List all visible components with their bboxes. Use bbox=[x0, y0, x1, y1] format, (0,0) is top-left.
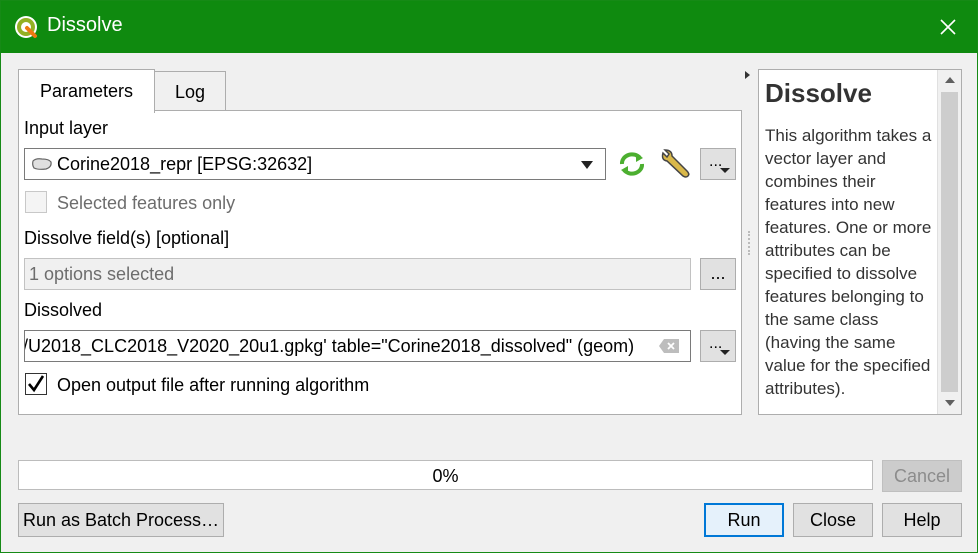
scroll-thumb[interactable] bbox=[941, 92, 958, 392]
iterate-button[interactable] bbox=[615, 148, 649, 180]
close-button-label: Close bbox=[809, 509, 857, 530]
help-panel: Dissolve This algorithm takes a vector l… bbox=[758, 69, 962, 415]
advanced-options-button[interactable] bbox=[657, 147, 693, 181]
help-body: This algorithm takes a vector layer and … bbox=[765, 126, 932, 398]
help-title: Dissolve bbox=[765, 78, 872, 108]
input-layer-combo[interactable]: Corine2018_repr [EPSG:32632] bbox=[24, 148, 606, 180]
title-bar: Dissolve bbox=[1, 1, 977, 53]
caret-down-icon bbox=[720, 168, 730, 173]
close-button[interactable]: Close bbox=[793, 503, 873, 537]
clear-input-icon[interactable] bbox=[658, 338, 680, 354]
window-title: Dissolve bbox=[47, 14, 123, 36]
dissolve-fields-label: Dissolve field(s) [optional] bbox=[24, 228, 230, 248]
caret-down-icon bbox=[720, 350, 730, 355]
run-batch-button[interactable]: Run as Batch Process… bbox=[18, 503, 224, 537]
wrench-icon bbox=[661, 149, 690, 178]
tab-parameters-label: Parameters bbox=[39, 81, 134, 101]
input-layer-label: Input layer bbox=[24, 118, 109, 138]
chevron-down-icon bbox=[581, 161, 593, 169]
run-batch-button-label: Run as Batch Process… bbox=[22, 509, 220, 530]
open-output-label: Open output file after running algorithm bbox=[57, 375, 370, 395]
iterate-icon bbox=[620, 152, 644, 176]
dissolved-output-browse-button[interactable]: ... bbox=[700, 330, 736, 362]
scroll-up-icon[interactable] bbox=[944, 76, 956, 84]
progress-bar: 0% bbox=[18, 460, 873, 490]
tab-log-label: Log bbox=[174, 82, 206, 102]
collapse-arrow-icon[interactable] bbox=[744, 70, 752, 80]
run-button[interactable]: Run bbox=[704, 503, 784, 537]
dissolve-fields-value: 1 options selected bbox=[29, 264, 175, 284]
checkmark-icon bbox=[28, 375, 45, 393]
polygon-layer-icon bbox=[32, 158, 52, 170]
scroll-down-icon[interactable] bbox=[944, 399, 956, 407]
tab-log[interactable]: Log bbox=[154, 71, 226, 113]
ellipsis-label: ... bbox=[710, 263, 726, 283]
help-scrollbar[interactable] bbox=[937, 70, 961, 414]
dissolved-output-input[interactable]: /U2018_CLC2018_V2020_20u1.gpkg' table="C… bbox=[24, 330, 691, 362]
splitter-handle[interactable] bbox=[748, 231, 752, 255]
qgis-logo-icon bbox=[15, 16, 37, 38]
selected-features-label: Selected features only bbox=[57, 193, 236, 213]
run-button-label: Run bbox=[727, 509, 761, 530]
cancel-button[interactable]: Cancel bbox=[882, 460, 962, 492]
dissolve-fields-browse-button[interactable]: ... bbox=[700, 258, 736, 290]
cancel-button-label: Cancel bbox=[893, 465, 951, 486]
help-button-label: Help bbox=[903, 509, 941, 530]
dissolved-label: Dissolved bbox=[24, 300, 103, 320]
dissolve-fields-input[interactable]: 1 options selected bbox=[24, 258, 691, 290]
progress-label: 0% bbox=[432, 466, 459, 486]
tab-parameters[interactable]: Parameters bbox=[18, 69, 155, 113]
input-layer-browse-button[interactable]: ... bbox=[700, 148, 736, 180]
close-icon bbox=[940, 19, 956, 35]
dissolved-output-value: /U2018_CLC2018_V2020_20u1.gpkg' table="C… bbox=[24, 336, 635, 356]
window-close-button[interactable] bbox=[919, 1, 977, 53]
help-button[interactable]: Help bbox=[882, 503, 962, 537]
selected-features-checkbox[interactable] bbox=[25, 191, 47, 213]
input-layer-value: Corine2018_repr [EPSG:32632] bbox=[57, 154, 313, 174]
dissolve-dialog: Dissolve Parameters Log Input layer Cori… bbox=[0, 0, 978, 553]
open-output-checkbox[interactable] bbox=[25, 373, 47, 395]
